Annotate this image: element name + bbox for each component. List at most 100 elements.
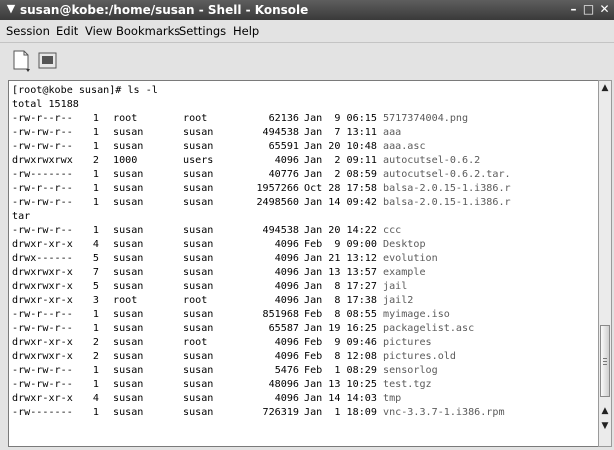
cell-name: pictures.old (383, 351, 456, 362)
cell-date: Feb 8 12:08 (304, 351, 377, 362)
cell-links: 1 (92, 225, 99, 236)
cell-name: balsa-2.0.15-1.i386.r (383, 197, 511, 208)
cell-date: Jan 20 14:22 (304, 225, 377, 236)
minimize-icon[interactable]: – (566, 2, 581, 17)
maximize-icon[interactable]: □ (581, 2, 596, 17)
cell-date: Jan 2 08:59 (304, 169, 377, 180)
menu-view[interactable]: View (85, 24, 112, 38)
cell-group: users (183, 155, 214, 166)
scrollbar-thumb[interactable] (600, 325, 610, 397)
cell-date: Feb 8 08:55 (304, 309, 377, 320)
menu-help[interactable]: Help (233, 24, 259, 38)
menu-settings[interactable]: Settings (179, 24, 226, 38)
cell-name: test.tgz (383, 379, 432, 390)
cell-group: susan (183, 379, 214, 390)
cell-name: ccc (383, 225, 402, 236)
cell-size (247, 210, 299, 224)
cell-size: 4096 (274, 295, 299, 306)
cell-owner: susan (113, 393, 144, 404)
cell-size: 4096 (274, 351, 299, 362)
cell-name: aaa (383, 127, 402, 138)
cell-owner: susan (113, 323, 144, 334)
close-icon[interactable]: ✕ (597, 2, 612, 17)
cell-perm: -rw-rw-r-- (12, 225, 73, 236)
cell-links: 3 (92, 295, 99, 306)
cell-date: Jan 21 13:12 (304, 253, 377, 264)
cell-perm: -rw------- (12, 407, 73, 418)
cell-group: susan (183, 253, 214, 264)
cell-perm: drwxr-xr-x (12, 295, 73, 306)
cell-date: Jan 7 13:11 (304, 127, 377, 138)
cell-date: Jan 13 13:57 (304, 267, 377, 278)
cell-links: 4 (92, 239, 99, 250)
cell-owner: susan (113, 281, 144, 292)
cell-group: susan (183, 393, 214, 404)
menu-bookmarks[interactable]: Bookmarks (116, 24, 180, 38)
cell-owner: susan (113, 197, 144, 208)
cell-group: root (183, 113, 208, 124)
cell-size: 5476 (274, 365, 299, 376)
cell-group: susan (183, 183, 214, 194)
cell-links (87, 210, 99, 224)
menu-edit[interactable]: Edit (56, 24, 78, 38)
cell-size: 62136 (268, 113, 299, 124)
cell-date: Jan 1 18:09 (304, 407, 377, 418)
cell-name: tmp (383, 393, 402, 404)
cell-perm: -rw-rw-r-- (12, 127, 73, 138)
cell-links: 1 (92, 169, 99, 180)
cell-perm: -rw-rw-r-- (12, 323, 73, 334)
cell-perm: drwx------ (12, 253, 73, 264)
cell-size: 65587 (268, 323, 299, 334)
konsole-window: ▼ susan@kobe:/home/susan - Shell - Konso… (0, 0, 614, 450)
new-session-icon (13, 50, 30, 72)
prompt-line: [root@kobe susan]# ls -l (12, 85, 158, 96)
cell-links: 1 (92, 127, 99, 138)
terminal-output[interactable]: [root@kobe susan]# ls -l total 15188 -rw… (8, 80, 599, 447)
cell-links: 1 (92, 309, 99, 320)
cell-perm: drwxr-xr-x (12, 239, 73, 250)
cell-perm: tar (12, 211, 31, 222)
cell-date: Jan 14 14:03 (304, 393, 377, 404)
cell-perm: drwxr-xr-x (12, 393, 73, 404)
chevron-down-icon[interactable]: ▼ (4, 2, 18, 16)
cell-owner: susan (113, 169, 144, 180)
cell-name: jail2 (383, 295, 414, 306)
cell-perm: -rw-r--r-- (12, 113, 73, 124)
cell-links: 1 (92, 183, 99, 194)
cell-date: Jan 20 10:48 (304, 141, 377, 152)
cell-group: susan (183, 225, 214, 236)
cell-group: susan (183, 267, 214, 278)
cell-owner: susan (113, 225, 144, 236)
cell-owner: susan (113, 239, 144, 250)
cell-links: 1 (92, 323, 99, 334)
cell-name: autocutsel-0.6.2.tar. (383, 169, 511, 180)
title-bar[interactable]: ▼ susan@kobe:/home/susan - Shell - Konso… (0, 0, 614, 20)
cell-date: Jan 8 17:27 (304, 281, 377, 292)
cell-perm: -rw-r--r-- (12, 309, 73, 320)
new-session-button[interactable] (9, 48, 35, 74)
menu-bar: Session Edit View Bookmarks Settings Hel… (0, 20, 614, 42)
cell-perm: -rw-rw-r-- (12, 379, 73, 390)
scroll-down-icon[interactable]: ▼ (599, 420, 611, 433)
terminal-scrollbar[interactable]: ▲ ▲ ▼ (598, 80, 612, 447)
cell-group: susan (183, 141, 214, 152)
cell-name: myimage.iso (383, 309, 450, 320)
cell-name: aaa.asc (383, 141, 426, 152)
cell-size: 4096 (274, 337, 299, 348)
scroll-up-icon[interactable]: ▲ (599, 82, 611, 95)
cell-owner: susan (113, 337, 144, 348)
cell-group: susan (183, 365, 214, 376)
cell-perm: drwxrwxr-x (12, 281, 73, 292)
cell-size: 40776 (268, 169, 299, 180)
cell-date: Jan 13 10:25 (304, 379, 377, 390)
menu-session[interactable]: Session (6, 24, 50, 38)
cell-name: jail (383, 281, 408, 292)
terminal-session-button[interactable] (35, 48, 61, 74)
cell-name: pictures (383, 337, 432, 348)
cell-date: Jan 8 17:38 (304, 295, 377, 306)
terminal-icon (38, 52, 57, 69)
cell-size: 48096 (268, 379, 299, 390)
scroll-up-lower-icon[interactable]: ▲ (599, 405, 611, 418)
cell-size: 4096 (274, 155, 299, 166)
cell-links: 1 (92, 113, 99, 124)
